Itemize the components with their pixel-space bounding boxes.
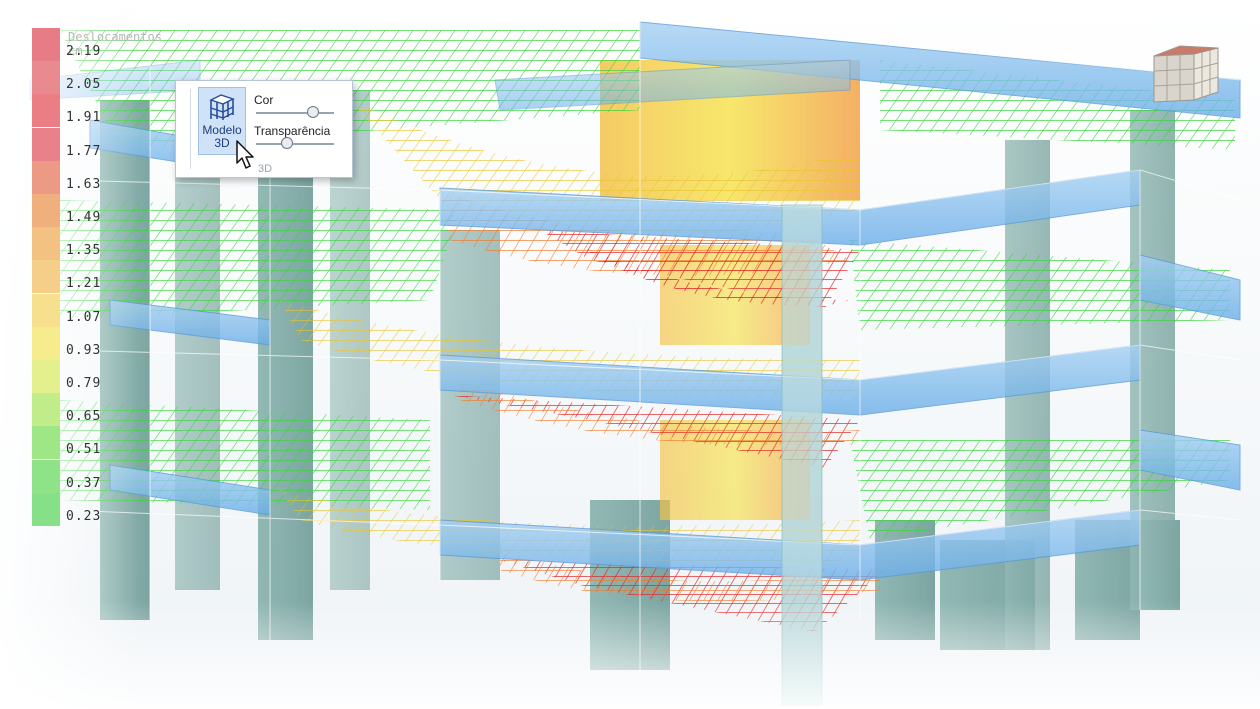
legend-value: 1.21 (66, 276, 102, 292)
legend-value: 0.93 (66, 342, 102, 358)
color-slider-thumb[interactable] (307, 106, 319, 118)
legend-value: 0.51 (66, 442, 102, 458)
legend-swatch (32, 160, 60, 194)
legend-swatch (32, 360, 60, 393)
legend-swatch (32, 492, 60, 526)
legend-swatch (32, 393, 60, 427)
legend-value: 1.63 (66, 176, 102, 192)
deflection-legend: Deslocamentos cm 2.19 2.05 1.91 1.77 1.63 1.4… (32, 28, 162, 528)
legend-swatch (32, 459, 60, 493)
legend-value: 1.91 (66, 110, 102, 126)
transparency-slider-track (256, 143, 334, 145)
legend-value: 1.77 (66, 143, 102, 159)
color-slider-label: Cor (254, 93, 274, 107)
legend-swatch (32, 28, 60, 61)
ribbon-separator (190, 89, 191, 169)
legend-value: 1.35 (66, 243, 102, 259)
legend-value: 1.07 (66, 309, 102, 325)
legend-swatch (32, 260, 60, 294)
ribbon-3d-panel: Modelo 3D Cor Transparência 3D (175, 80, 353, 178)
legend-swatch (32, 127, 60, 161)
ribbon-group-label: 3D (258, 163, 273, 175)
color-slider[interactable] (256, 106, 334, 120)
legend-swatch (32, 227, 60, 261)
mouse-pointer-icon (236, 140, 254, 169)
legend-value: 0.79 (66, 376, 102, 391)
legend-value: 2.05 (66, 77, 102, 93)
legend-swatch (32, 293, 60, 327)
building-3d-icon (209, 94, 235, 120)
legend-swatch (32, 94, 60, 128)
transparency-slider[interactable] (256, 137, 334, 151)
legend-swatch (32, 326, 60, 360)
legend-swatch (32, 61, 60, 95)
legend-swatch (32, 426, 60, 460)
legend-value: 1.49 (66, 210, 102, 225)
legend-value: 0.65 (66, 409, 102, 425)
legend-value: 2.19 (66, 44, 102, 59)
legend-value: 0.23 (66, 508, 102, 524)
color-slider-track (256, 112, 334, 114)
legend-value: 0.37 (66, 475, 102, 491)
view-cube-icon[interactable] (1150, 44, 1222, 106)
legend-swatch (32, 194, 60, 227)
transparency-slider-label: Transparência (254, 124, 331, 138)
transparency-slider-thumb[interactable] (281, 137, 293, 149)
